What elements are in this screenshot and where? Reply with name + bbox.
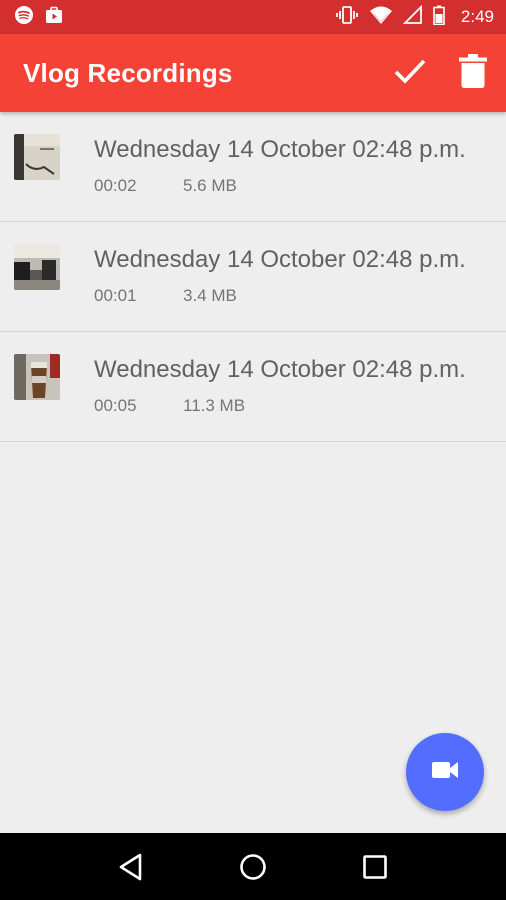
app-title: Vlog Recordings xyxy=(23,57,233,88)
system-nav-bar xyxy=(0,833,506,900)
recents-icon[interactable] xyxy=(362,854,388,880)
confirm-button[interactable] xyxy=(392,53,428,94)
spotify-icon xyxy=(14,5,34,30)
delete-button[interactable] xyxy=(458,53,488,94)
video-thumbnail xyxy=(14,134,60,180)
battery-icon xyxy=(433,5,445,30)
back-icon[interactable] xyxy=(118,853,144,881)
vibrate-icon xyxy=(335,5,359,30)
recording-size: 5.6 MB xyxy=(183,176,237,195)
home-icon[interactable] xyxy=(239,853,267,881)
recording-size: 3.4 MB xyxy=(183,286,237,305)
recording-duration: 00:05 xyxy=(94,396,137,415)
video-thumbnail xyxy=(14,354,60,400)
recording-duration: 00:02 xyxy=(94,176,137,195)
recording-title: Wednesday 14 October 02:48 p.m. xyxy=(94,246,466,273)
recording-title: Wednesday 14 October 02:48 p.m. xyxy=(94,136,466,163)
recordings-list: Wednesday 14 October 02:48 p.m. 00:02 5.… xyxy=(0,112,506,442)
check-icon xyxy=(392,53,428,94)
recording-duration: 00:01 xyxy=(94,286,137,305)
videocam-icon xyxy=(431,760,459,785)
delete-icon xyxy=(458,53,488,94)
status-time: 2:49 xyxy=(460,7,494,26)
recording-item[interactable]: Wednesday 14 October 02:48 p.m. 00:01 3.… xyxy=(0,222,506,332)
recording-title: Wednesday 14 October 02:48 p.m. xyxy=(94,356,466,383)
briefcase-icon xyxy=(44,5,64,30)
record-video-button[interactable] xyxy=(406,733,484,811)
app-bar: Vlog Recordings xyxy=(0,34,506,112)
wifi-icon xyxy=(369,5,393,30)
recording-item[interactable]: Wednesday 14 October 02:48 p.m. 00:05 11… xyxy=(0,332,506,442)
video-thumbnail xyxy=(14,244,60,290)
recording-item[interactable]: Wednesday 14 October 02:48 p.m. 00:02 5.… xyxy=(0,112,506,222)
no-sim-icon xyxy=(402,4,423,30)
recording-size: 11.3 MB xyxy=(183,396,246,415)
status-bar: 2:49 xyxy=(0,0,506,34)
